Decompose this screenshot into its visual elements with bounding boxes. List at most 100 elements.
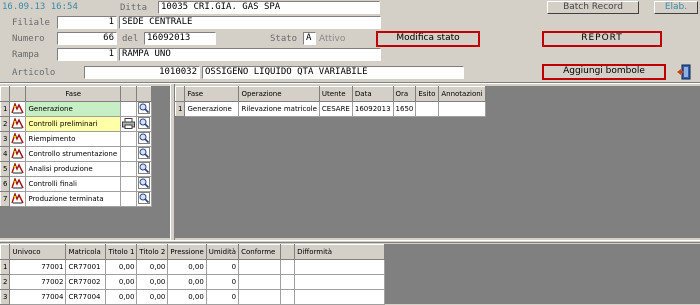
report-button[interactable]: REPORT [542, 31, 662, 47]
numero-field[interactable]: 66 [57, 32, 117, 45]
bom-pressione-cell[interactable]: 0,00 [167, 274, 207, 290]
filiale-name-field[interactable]: SEDE CENTRALE [119, 16, 381, 29]
bom-matricola-cell[interactable]: CR77004 [65, 289, 107, 305]
batch-record-button[interactable]: Batch Record [547, 1, 639, 14]
bom-titolo1-cell[interactable]: 0,00 [105, 274, 138, 290]
fase-label[interactable]: Controllo strumentazione [25, 146, 121, 162]
bom-blank-cell[interactable] [280, 259, 296, 275]
del-date-field[interactable]: 16092013 [144, 32, 216, 45]
op-esito-cell[interactable] [415, 101, 440, 117]
magnifier-icon[interactable] [136, 191, 152, 207]
magnifier-icon[interactable] [136, 146, 152, 162]
articolo-name-field[interactable]: OSSIGENO LIQUIDO QTA VARIABILE [202, 66, 464, 79]
fase-row[interactable]: 4 Controllo strumentazione [0, 146, 152, 162]
corner-cell [0, 244, 11, 260]
fase-row[interactable]: 6 Controlli finali [0, 176, 152, 192]
bom-titolo1-cell[interactable]: 0,00 [105, 289, 138, 305]
bom-univoco-cell[interactable]: 77001 [9, 259, 67, 275]
op-data-cell[interactable]: 16092013 [351, 101, 394, 117]
ditta-field[interactable]: 10035 CRI.GIA. GAS SPA [158, 1, 380, 14]
bom-conforme-cell[interactable] [238, 259, 282, 275]
bom-difformita-cell[interactable] [294, 274, 386, 290]
bom-blank-cell[interactable] [280, 274, 296, 290]
bom-pressione-cell[interactable]: 0,00 [167, 259, 207, 275]
bom-difformita-cell[interactable] [294, 289, 386, 305]
fase-run-icon[interactable] [9, 146, 27, 162]
magnifier-icon[interactable] [136, 161, 152, 177]
fase-run-icon[interactable] [9, 176, 27, 192]
bom-titolo2-cell[interactable]: 0,00 [136, 274, 169, 290]
ditta-name: CRI.GIA. GAS SPA [193, 2, 281, 12]
table-row[interactable]: 1 Generazione Rilevazione matricole CESARE 1… [174, 101, 486, 117]
aggiungi-bombole-button[interactable]: Aggiungi bombole [542, 64, 666, 80]
fase-run-icon[interactable] [9, 131, 27, 147]
magnifier-icon[interactable] [136, 101, 152, 117]
fase-row[interactable]: 1 Generazione [0, 101, 152, 117]
bom-col-pressione: Pressione [167, 244, 207, 260]
op-utente-cell[interactable]: CESARE [318, 101, 353, 117]
bom-col-umidita: Umidità [205, 244, 240, 260]
bom-blank-cell[interactable] [280, 289, 296, 305]
stato-code-field[interactable]: A [303, 32, 316, 45]
rampa-code-field[interactable]: 1 [57, 48, 117, 61]
row-number: 2 [0, 116, 11, 132]
empty-icon-cell [120, 176, 137, 192]
op-fase-cell[interactable]: Generazione [184, 101, 240, 117]
fase-label[interactable]: Controlli preliminari [25, 116, 121, 132]
bom-titolo1-cell[interactable]: 0,00 [105, 259, 138, 275]
bom-difformita-cell[interactable] [294, 259, 386, 275]
fase-row[interactable]: 2 Controlli preliminari [0, 116, 152, 132]
bom-pressione-cell[interactable]: 0,00 [167, 289, 207, 305]
fase-row[interactable]: 3 Riempimento [0, 131, 152, 147]
fase-label[interactable]: Controlli finali [25, 176, 121, 192]
magnifier-icon[interactable] [136, 131, 152, 147]
table-row[interactable]: 1 77001 CR77001 0,00 0,00 0,00 0 [0, 259, 386, 275]
row-number: 1 [174, 101, 186, 117]
op-ora-cell[interactable]: 1650 [392, 101, 417, 117]
fase-label[interactable]: Produzione terminata [25, 191, 121, 207]
op-col-fase: Fase [184, 86, 240, 102]
bom-col-conforme: Conforme [238, 244, 282, 260]
empty-icon-cell [120, 191, 137, 207]
magnifier-icon[interactable] [136, 176, 152, 192]
fase-row[interactable]: 5 Analisi produzione [0, 161, 152, 177]
modifica-stato-button[interactable]: Modifica stato [376, 31, 480, 47]
bom-univoco-cell[interactable]: 77004 [9, 289, 67, 305]
articolo-label: Articolo [12, 68, 56, 78]
op-col-annotazioni: Annotazioni [438, 86, 486, 102]
bom-conforme-cell[interactable] [238, 289, 282, 305]
fase-label[interactable]: Analisi produzione [25, 161, 121, 177]
empty-icon-cell [120, 161, 137, 177]
bom-umidita-cell[interactable]: 0 [205, 289, 240, 305]
bom-univoco-cell[interactable]: 77002 [9, 274, 67, 290]
bom-matricola-cell[interactable]: CR77001 [65, 259, 107, 275]
fase-run-icon[interactable] [9, 116, 27, 132]
rampa-name-field[interactable]: RAMPA UNO [119, 48, 381, 61]
header-separator [0, 82, 700, 84]
table-row[interactable]: 3 77004 CR77004 0,00 0,00 0,00 0 [0, 289, 386, 305]
fase-run-icon[interactable] [9, 191, 27, 207]
exit-door-icon[interactable] [676, 64, 692, 80]
fasi-zoom-header [136, 86, 152, 102]
op-operazione-cell[interactable]: Rilevazione matricole [238, 101, 320, 117]
fase-label[interactable]: Generazione [25, 101, 121, 117]
bom-umidita-cell[interactable]: 0 [205, 274, 240, 290]
fase-row[interactable]: 7 Produzione terminata [0, 191, 152, 207]
filiale-code-field[interactable]: 1 [57, 16, 117, 29]
articolo-code-field[interactable]: 1010032 [84, 66, 200, 79]
printer-icon[interactable] [120, 116, 137, 132]
bom-titolo2-cell[interactable]: 0,00 [136, 259, 169, 275]
lower-separator[interactable] [0, 240, 700, 243]
fase-run-icon[interactable] [9, 101, 27, 117]
bom-matricola-cell[interactable]: CR77002 [65, 274, 107, 290]
bom-conforme-cell[interactable] [238, 274, 282, 290]
fase-run-icon[interactable] [9, 161, 27, 177]
bom-umidita-cell[interactable]: 0 [205, 259, 240, 275]
elab-button[interactable]: Elab. [654, 1, 698, 14]
fase-label[interactable]: Riempimento [25, 131, 121, 147]
op-annotazioni-cell[interactable] [438, 101, 486, 117]
magnifier-icon[interactable] [136, 116, 152, 132]
filiale-label: Filiale [12, 18, 50, 28]
table-row[interactable]: 2 77002 CR77002 0,00 0,00 0,00 0 [0, 274, 386, 290]
bom-titolo2-cell[interactable]: 0,00 [136, 289, 169, 305]
